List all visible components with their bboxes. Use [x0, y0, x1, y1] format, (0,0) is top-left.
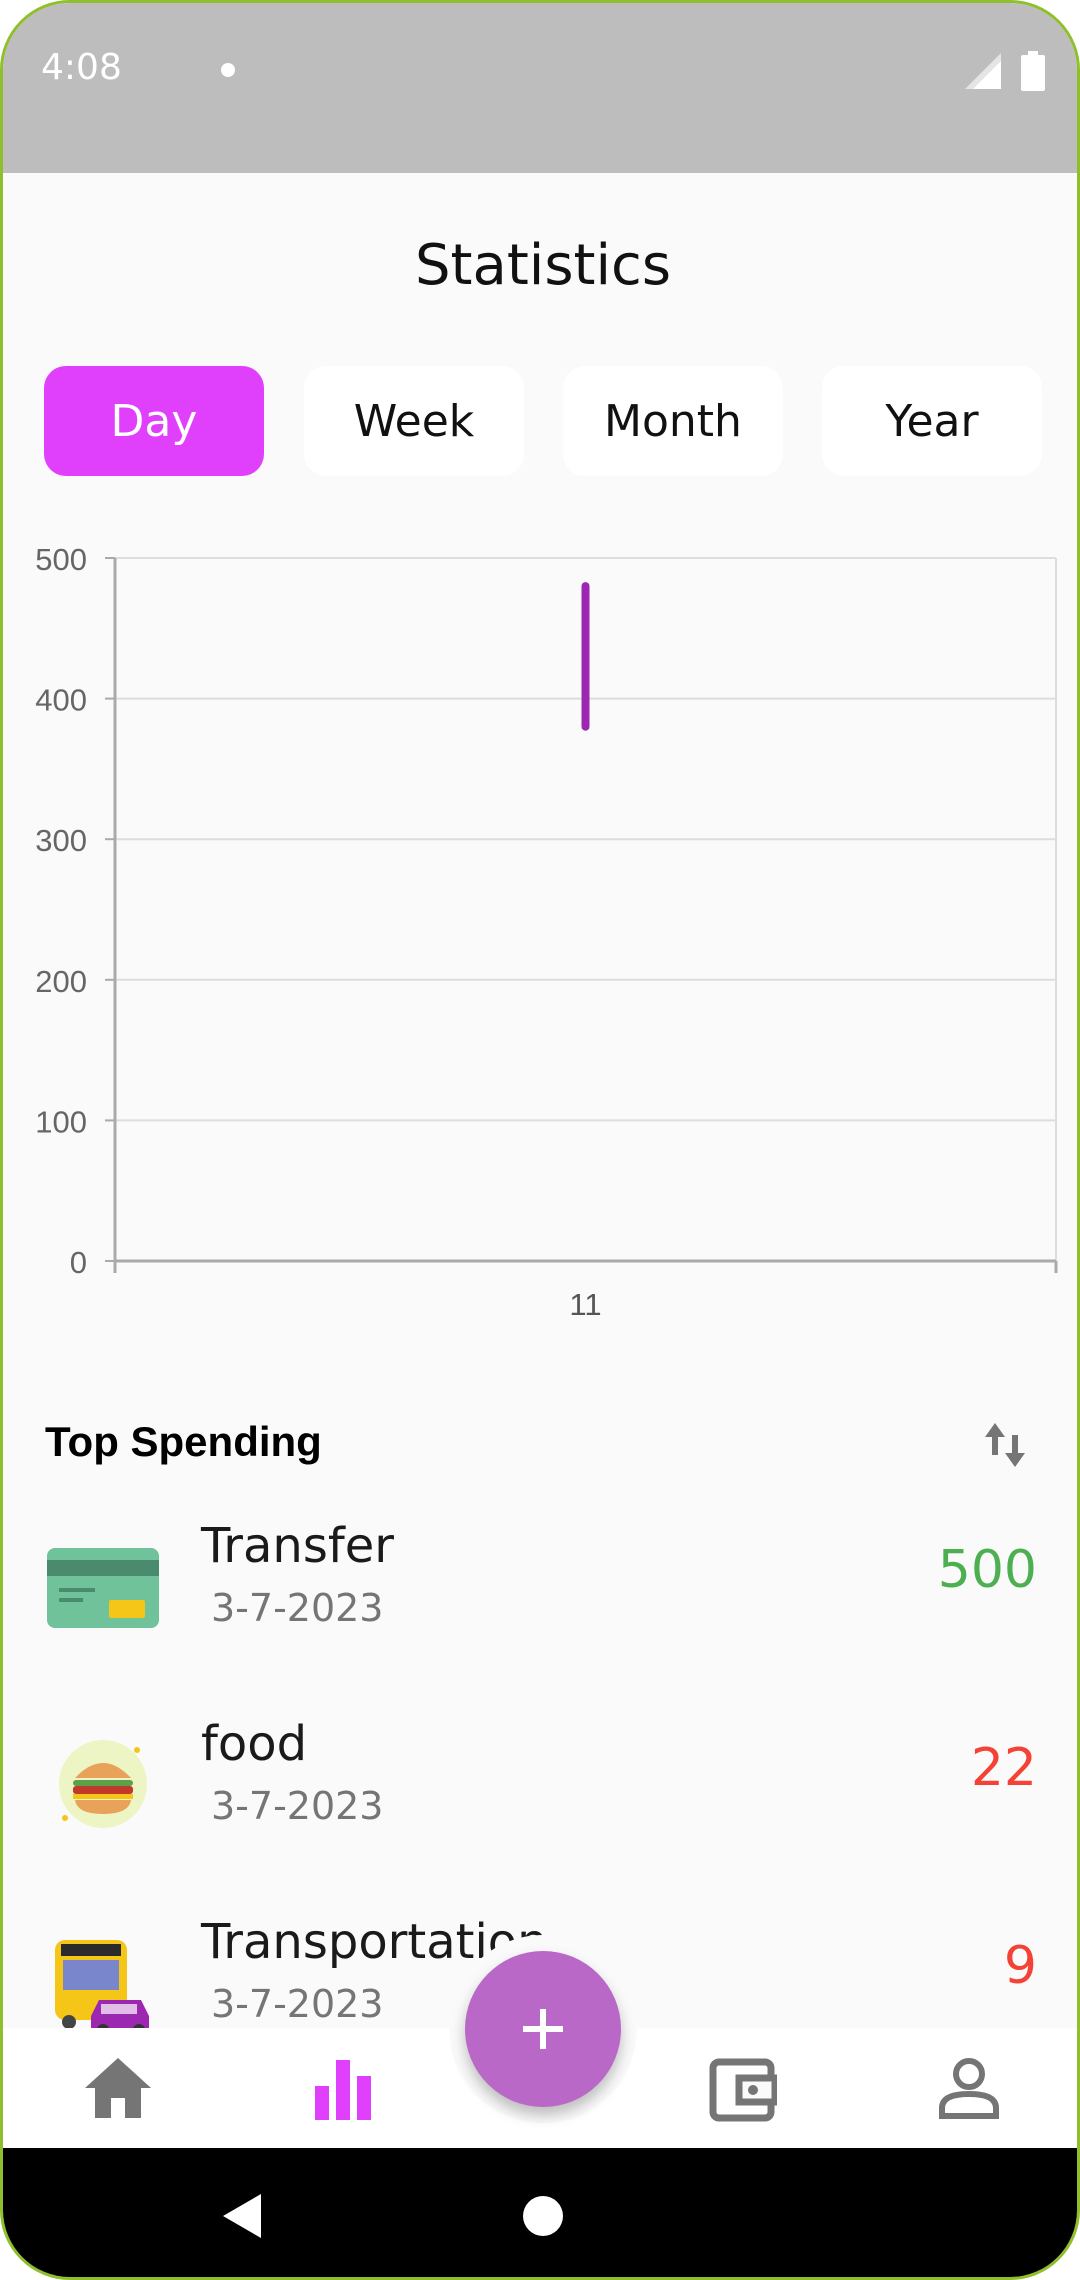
y-tick-label: 400 [35, 683, 87, 718]
signal-icon [965, 53, 1001, 89]
transaction-amount: 22 [970, 1738, 1037, 1798]
y-tick-label: 100 [35, 1104, 87, 1139]
home-icon[interactable] [83, 2056, 153, 2120]
plus-icon [523, 2009, 563, 2049]
sort-icon[interactable] [981, 1415, 1029, 1475]
y-tick-label: 200 [35, 964, 87, 999]
y-tick-label: 300 [35, 823, 87, 858]
battery-icon [1021, 51, 1045, 91]
list-item[interactable]: Transfer 3-7-2023 500 [3, 1518, 1077, 1678]
tab-day[interactable]: Day [44, 366, 264, 476]
tab-month[interactable]: Month [563, 366, 783, 476]
status-bar: 4:08 [3, 3, 1077, 173]
transaction-date: 3-7-2023 [211, 1784, 384, 1828]
tab-week[interactable]: Week [304, 366, 524, 476]
transaction-amount: 500 [937, 1540, 1037, 1600]
credit-card-icon [47, 1548, 159, 1628]
page-title: Statistics [415, 233, 671, 298]
back-icon[interactable] [221, 2192, 263, 2240]
burger-icon [59, 1740, 147, 1828]
status-time: 4:08 [41, 47, 122, 88]
y-tick-label: 0 [70, 1245, 87, 1280]
system-navigation-bar [3, 2148, 1077, 2277]
y-tick-label: 500 [35, 542, 87, 577]
list-item[interactable]: food 3-7-2023 22 [3, 1716, 1077, 1876]
transaction-name: food [201, 1716, 308, 1772]
add-transaction-button[interactable] [465, 1951, 621, 2107]
statistics-chart: 0 100 200 300 400 500 11 [35, 542, 1058, 1322]
profile-icon[interactable] [937, 2056, 1001, 2120]
transaction-date: 3-7-2023 [211, 1586, 384, 1630]
notification-dot-icon [221, 63, 235, 77]
transaction-amount: 9 [1003, 1936, 1037, 1996]
section-title-top-spending: Top Spending [45, 1418, 322, 1465]
tab-year[interactable]: Year [822, 366, 1042, 476]
wallet-icon[interactable] [709, 2056, 777, 2122]
x-tick-label: 11 [569, 1287, 601, 1322]
phone-screen: 4:08 Statistics Day Week Month Year 0 100… [0, 0, 1080, 2280]
bus-icon [55, 1940, 149, 2036]
transaction-date: 3-7-2023 [211, 1982, 384, 2026]
transaction-name: Transfer [201, 1518, 395, 1574]
statistics-icon[interactable] [313, 2056, 373, 2120]
home-button[interactable] [523, 2196, 563, 2236]
